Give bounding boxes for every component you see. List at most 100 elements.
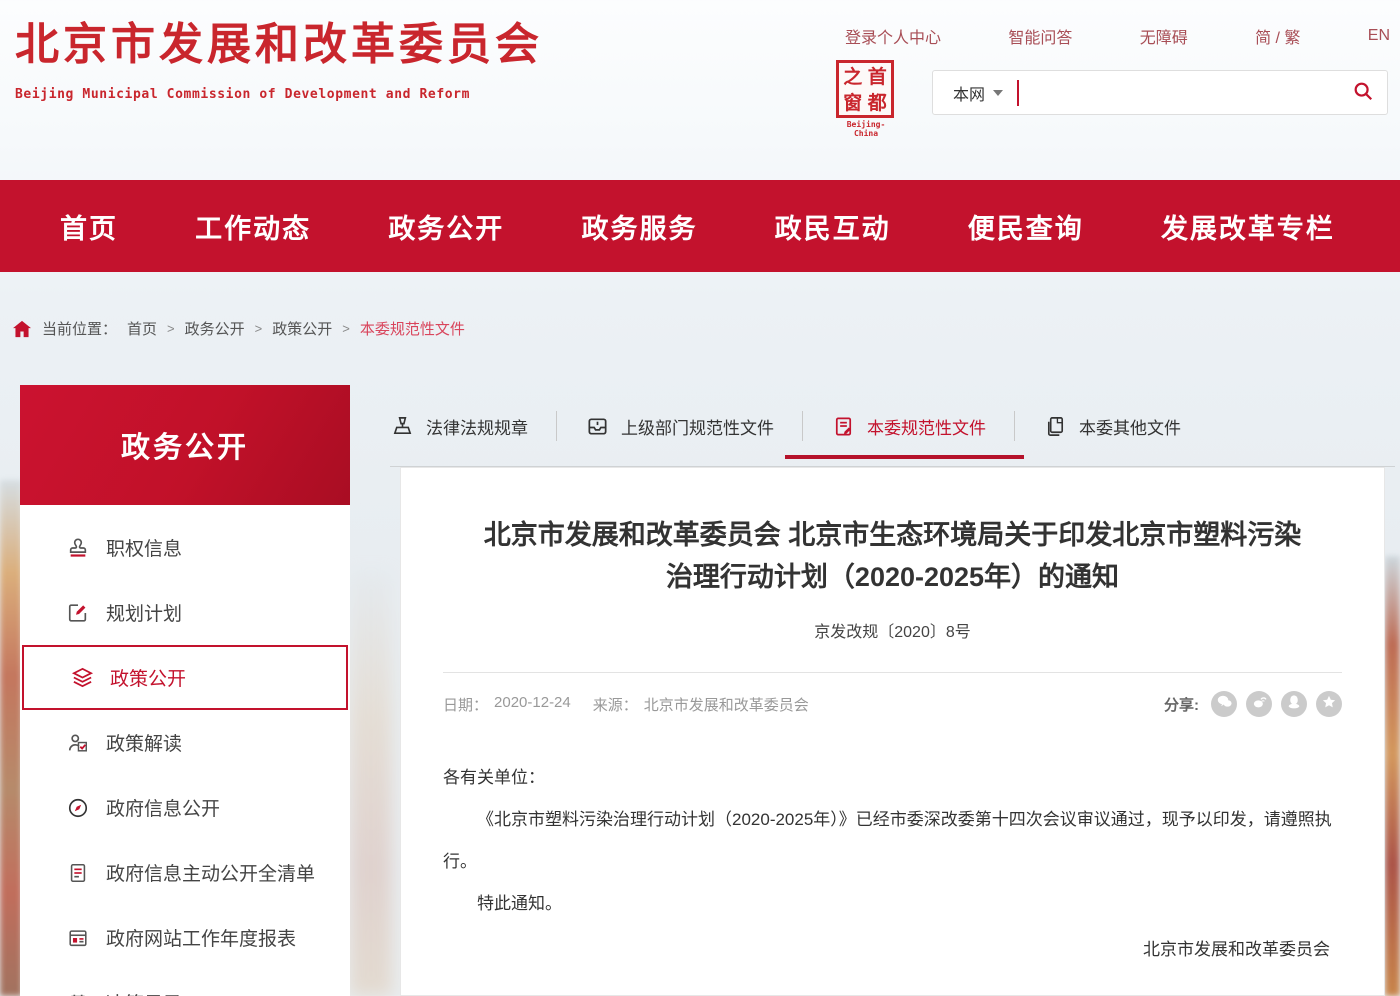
sidebar-item-authority-info[interactable]: 职权信息 — [20, 515, 350, 580]
beijing-china-seal-logo[interactable]: 之 首 窗 都 Beijing-China — [836, 60, 896, 138]
main-navigation: 首页 工作动态 政务公开 政务服务 政民互动 便民查询 发展改革专栏 — [0, 180, 1400, 272]
search-scope-label: 本网 — [953, 81, 985, 105]
person-check-icon — [66, 731, 90, 755]
sidebar-item-label: 规划计划 — [106, 599, 182, 626]
tab-commission-normative-docs[interactable]: 本委规范性文件 — [803, 400, 1014, 452]
qq-icon — [1288, 695, 1300, 714]
article-paragraph: 特此通知。 — [443, 883, 1342, 925]
layers-icon — [70, 666, 94, 690]
sidebar-title[interactable]: 政务公开 — [20, 385, 350, 505]
article-meta-row: 日期： 2020-12-24 来源： 北京市发展和改革委员会 分享: — [443, 673, 1342, 717]
site-title: 北京市发展和改革委员会 — [15, 16, 543, 73]
sidebar-item-website-annual-report[interactable]: 政府网站工作年度报表 — [20, 905, 350, 970]
seal-char: 窗 — [841, 91, 865, 116]
sidebar-title-label: 政务公开 — [121, 424, 249, 466]
sidebar-item-policy-disclosure[interactable]: 政策公开 — [22, 645, 348, 710]
breadcrumb-gov-disclosure[interactable]: 政务公开 — [185, 318, 245, 339]
background-art-left — [0, 480, 22, 996]
home-icon[interactable] — [12, 320, 32, 338]
background-art-gap — [350, 570, 392, 996]
edit-square-icon — [66, 601, 90, 625]
breadcrumb-home[interactable]: 首页 — [127, 318, 157, 339]
search-input[interactable] — [1027, 73, 1339, 113]
salutation: 各有关单位： — [443, 757, 1342, 799]
sidebar-item-planning[interactable]: 规划计划 — [20, 580, 350, 645]
stamp-icon — [66, 536, 90, 560]
article-title: 北京市发展和改革委员会 北京市生态环境局关于印发北京市塑料污染治理行动计划（20… — [443, 514, 1342, 598]
nav-item-gov-services[interactable]: 政务服务 — [581, 207, 697, 246]
seal-char: 之 — [841, 65, 865, 90]
search-icon — [1352, 80, 1374, 105]
share-label: 分享: — [1164, 694, 1199, 715]
law-seal-icon — [390, 414, 414, 438]
sidebar-item-label: 决策目录 — [106, 989, 182, 996]
breadcrumb-separator: > — [342, 321, 350, 336]
smart-qa-link[interactable]: 智能问答 — [1008, 24, 1072, 48]
breadcrumb-policy-disclosure[interactable]: 政策公开 — [272, 318, 332, 339]
nav-item-convenience-query[interactable]: 便民查询 — [968, 207, 1084, 246]
seal-char: 首 — [866, 65, 890, 90]
breadcrumb-current-page: 本委规范性文件 — [360, 318, 465, 339]
nav-item-home[interactable]: 首页 — [60, 207, 118, 246]
sidebar-item-label: 政策解读 — [106, 729, 182, 756]
accessibility-link[interactable]: 无障碍 — [1140, 24, 1188, 48]
signature: 北京市发展和改革委员会 — [443, 935, 1342, 960]
seal-char: 都 — [866, 91, 890, 116]
compass-icon — [66, 796, 90, 820]
sidebar-item-label: 政府信息公开 — [106, 794, 220, 821]
top-utility-links: 登录个人中心 智能问答 无障碍 简 / 繁 EN — [845, 24, 1390, 48]
breadcrumb-separator: > — [167, 321, 175, 336]
breadcrumb-separator: > — [255, 321, 263, 336]
simplified-traditional-toggle[interactable]: 简 / 繁 — [1255, 24, 1300, 48]
tab-commission-other-docs[interactable]: 本委其他文件 — [1015, 400, 1209, 452]
background-art-right — [1385, 556, 1400, 996]
sidebar-item-decision-catalog[interactable]: 决策目录 — [20, 970, 350, 996]
tabs-bottom-line — [390, 466, 1395, 467]
article-body: 各有关单位： 《北京市塑料污染治理行动计划（2020-2025年）》已经市委深改… — [443, 757, 1342, 925]
sidebar-menu: 职权信息 规划计划 政策公开 — [20, 505, 350, 996]
wechat-icon — [1217, 695, 1232, 713]
site-logo[interactable]: 北京市发展和改革委员会 Beijing Municipal Commission… — [15, 16, 543, 102]
inbox-icon — [585, 414, 609, 438]
nav-item-reform-special[interactable]: 发展改革专栏 — [1161, 207, 1335, 246]
qzone-star-icon — [1322, 695, 1336, 714]
tab-laws-regulations[interactable]: 法律法规规章 — [390, 400, 556, 452]
article-panel: 北京市发展和改革委员会 北京市生态环境局关于印发北京市塑料污染治理行动计划（20… — [400, 467, 1385, 996]
nav-item-work-updates[interactable]: 工作动态 — [195, 207, 311, 246]
share-qq-button[interactable] — [1281, 691, 1307, 717]
weibo-icon — [1252, 695, 1267, 714]
site-subtitle: Beijing Municipal Commission of Developm… — [15, 87, 543, 102]
source-value: 北京市发展和改革委员会 — [644, 694, 809, 715]
tab-superior-normative-docs[interactable]: 上级部门规范性文件 — [557, 400, 802, 452]
share-bar: 分享: — [1164, 691, 1342, 717]
sidebar: 政务公开 职权信息 规划计划 — [20, 385, 350, 996]
search-cursor — [1017, 80, 1019, 106]
sidebar-item-label: 政府网站工作年度报表 — [106, 924, 296, 951]
search-button[interactable] — [1339, 71, 1387, 114]
english-link[interactable]: EN — [1368, 27, 1390, 45]
nav-item-public-interaction[interactable]: 政民互动 — [775, 207, 891, 246]
site-search-bar: 本网 — [932, 70, 1388, 115]
sidebar-item-policy-interpretation[interactable]: 政策解读 — [20, 710, 350, 775]
sidebar-item-gov-info-disclosure[interactable]: 政府信息公开 — [20, 775, 350, 840]
login-personal-center-link[interactable]: 登录个人中心 — [845, 24, 941, 48]
document-list-icon — [66, 861, 90, 885]
tab-label: 本委规范性文件 — [867, 414, 986, 439]
seal-caption: Beijing-China — [836, 120, 896, 138]
seal-characters: 之 首 窗 都 — [836, 60, 894, 118]
source-label: 来源： — [593, 694, 638, 715]
share-weibo-button[interactable] — [1246, 691, 1272, 717]
tab-label: 上级部门规范性文件 — [621, 414, 774, 439]
tab-label: 法律法规规章 — [426, 414, 528, 439]
sidebar-item-label: 政府信息主动公开全清单 — [106, 859, 315, 886]
sidebar-item-proactive-disclosure-list[interactable]: 政府信息主动公开全清单 — [20, 840, 350, 905]
date-source: 日期： 2020-12-24 来源： 北京市发展和改革委员会 — [443, 694, 809, 715]
nav-item-gov-disclosure[interactable]: 政务公开 — [388, 207, 504, 246]
document-pen-icon — [831, 414, 855, 438]
search-scope-dropdown[interactable]: 本网 — [933, 81, 1017, 105]
share-wechat-button[interactable] — [1211, 691, 1237, 717]
catalog-icon — [66, 991, 90, 996]
sidebar-item-label: 政策公开 — [110, 664, 186, 691]
document-number: 京发改规〔2020〕8号 — [443, 618, 1342, 642]
share-qzone-button[interactable] — [1316, 691, 1342, 717]
